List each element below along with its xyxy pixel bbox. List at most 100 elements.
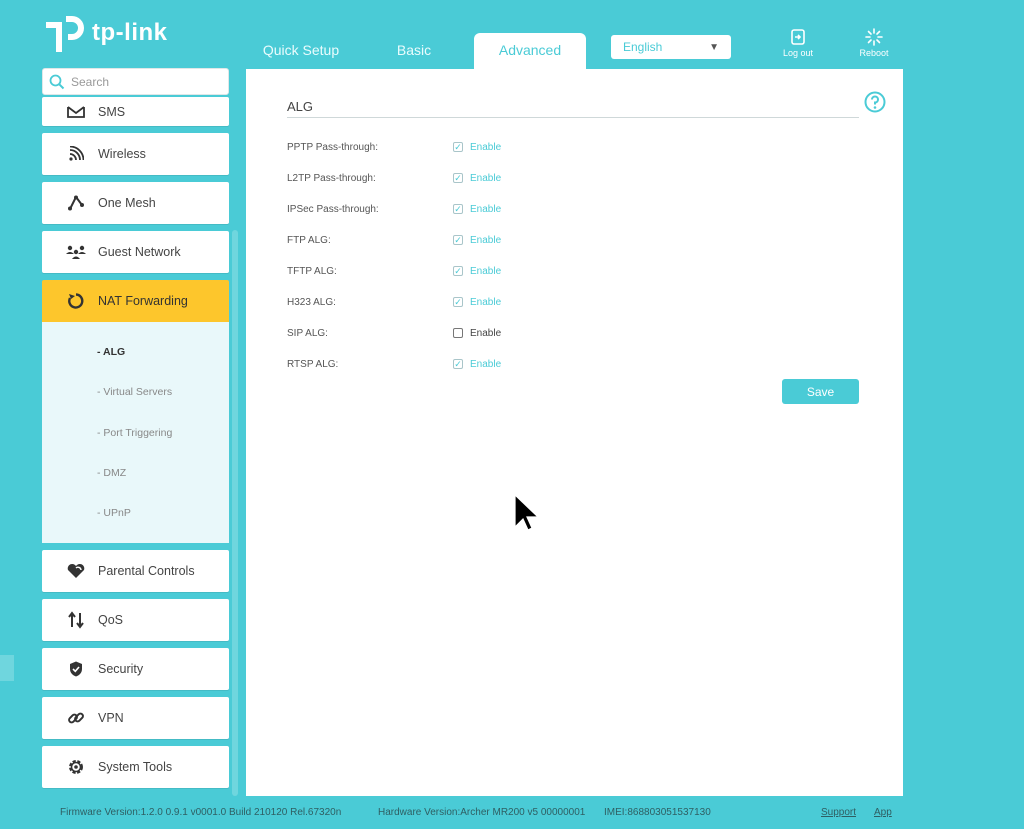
row-label: RTSP ALG:	[287, 358, 339, 370]
sidebar-item-parental-controls[interactable]: Parental Controls	[42, 550, 229, 592]
row-label: FTP ALG:	[287, 234, 331, 246]
nat-forwarding-submenu: - ALG - Virtual Servers - Port Triggerin…	[42, 322, 229, 543]
enable-checkbox[interactable]	[453, 235, 463, 245]
enable-label[interactable]: Enable	[470, 173, 501, 184]
submenu-item-port-triggering[interactable]: - Port Triggering	[97, 427, 172, 439]
row-label: IPSec Pass-through:	[287, 203, 379, 215]
enable-checkbox[interactable]	[453, 297, 463, 307]
reboot-button[interactable]: Reboot	[852, 28, 896, 58]
sidebar-item-guest-network[interactable]: Guest Network	[42, 231, 229, 273]
sidebar-item-qos[interactable]: QoS	[42, 599, 229, 641]
row-label: TFTP ALG:	[287, 265, 337, 277]
sidebar-item-label: Guest Network	[98, 245, 181, 259]
alg-row-tftp: TFTP ALG: Enable	[287, 263, 501, 279]
sidebar-item-sms[interactable]: SMS	[42, 97, 229, 126]
sidebar-item-label: QoS	[98, 613, 124, 627]
sidebar-item-nat-forwarding[interactable]: NAT Forwarding	[42, 280, 229, 322]
search-box[interactable]	[42, 68, 229, 95]
tab-advanced[interactable]: Advanced	[474, 33, 586, 69]
heart-icon	[66, 561, 86, 581]
row-label: L2TP Pass-through:	[287, 172, 376, 184]
nat-forwarding-icon	[66, 291, 86, 311]
tab-quick-setup[interactable]: Quick Setup	[248, 33, 354, 69]
enable-label[interactable]: Enable	[470, 359, 501, 370]
support-link[interactable]: Support	[821, 807, 856, 818]
enable-checkbox[interactable]	[453, 204, 463, 214]
logout-icon	[791, 29, 805, 45]
row-label: PPTP Pass-through:	[287, 141, 378, 153]
imei: IMEI:868803051537130	[604, 807, 711, 818]
enable-label[interactable]: Enable	[470, 204, 501, 215]
sidebar-item-label: VPN	[98, 711, 124, 725]
alg-row-l2tp: L2TP Pass-through: Enable	[287, 170, 501, 186]
title-divider	[287, 117, 859, 118]
reboot-icon	[865, 28, 883, 46]
logo-text: tp-link	[92, 19, 168, 46]
enable-checkbox[interactable]	[453, 173, 463, 183]
sidebar-item-one-mesh[interactable]: One Mesh	[42, 182, 229, 224]
mesh-icon	[66, 193, 86, 213]
enable-checkbox[interactable]	[453, 359, 463, 369]
alg-row-pptp: PPTP Pass-through: Enable	[287, 139, 501, 155]
firmware-version: Firmware Version:1.2.0 0.9.1 v0001.0 Bui…	[60, 807, 342, 818]
search-input[interactable]	[71, 74, 221, 89]
enable-label[interactable]: Enable	[470, 328, 501, 339]
guest-network-icon	[66, 242, 86, 262]
sidebar-item-label: Security	[98, 662, 144, 676]
row-label: SIP ALG:	[287, 327, 328, 339]
alg-row-ipsec: IPSec Pass-through: Enable	[287, 201, 501, 217]
qos-arrows-icon	[66, 610, 86, 630]
submenu-item-upnp[interactable]: - UPnP	[97, 507, 131, 519]
sidebar-scrollbar[interactable]	[232, 230, 238, 796]
sidebar-item-vpn[interactable]: VPN	[42, 697, 229, 739]
enable-label[interactable]: Enable	[470, 266, 501, 277]
sidebar-item-wireless[interactable]: Wireless	[42, 133, 229, 175]
submenu-item-virtual-servers[interactable]: - Virtual Servers	[97, 386, 172, 398]
submenu-item-dmz[interactable]: - DMZ	[97, 467, 126, 479]
background-decoration	[0, 655, 14, 681]
reboot-label: Reboot	[859, 48, 889, 58]
enable-checkbox[interactable]	[453, 328, 463, 338]
row-label: H323 ALG:	[287, 296, 336, 308]
enable-label[interactable]: Enable	[470, 235, 501, 246]
sidebar-item-label: SMS	[98, 104, 126, 119]
logout-label: Log out	[782, 48, 814, 58]
enable-checkbox[interactable]	[453, 266, 463, 276]
language-select[interactable]: English ▼	[611, 35, 731, 59]
alg-row-sip: SIP ALG: Enable	[287, 325, 501, 341]
tab-basic[interactable]: Basic	[354, 33, 474, 69]
hardware-version: Hardware Version:Archer MR200 v5 0000000…	[378, 807, 586, 818]
enable-checkbox[interactable]	[453, 142, 463, 152]
sidebar-item-label: NAT Forwarding	[98, 294, 188, 308]
help-icon[interactable]	[864, 91, 886, 113]
sidebar-item-label: System Tools	[98, 760, 173, 774]
mouse-cursor-icon	[514, 494, 540, 531]
link-icon	[66, 708, 86, 728]
tp-link-logo-icon	[42, 12, 86, 54]
shield-icon	[66, 659, 86, 679]
enable-label[interactable]: Enable	[470, 142, 501, 153]
wifi-icon	[66, 144, 86, 164]
main-panel: ALG PPTP Pass-through: Enable L2TP Pass-…	[246, 69, 903, 796]
submenu-item-alg[interactable]: - ALG	[97, 346, 125, 358]
chevron-down-icon: ▼	[709, 41, 719, 53]
logout-button[interactable]: Log out	[776, 28, 820, 58]
search-icon	[49, 74, 65, 89]
sidebar-item-security[interactable]: Security	[42, 648, 229, 690]
gear-icon	[66, 757, 86, 777]
sidebar-item-system-tools[interactable]: System Tools	[42, 746, 229, 788]
sidebar-item-label: One Mesh	[98, 196, 156, 210]
sms-icon	[66, 102, 86, 122]
page-title: ALG	[287, 99, 314, 114]
save-button[interactable]: Save	[782, 379, 859, 404]
alg-row-h323: H323 ALG: Enable	[287, 294, 501, 310]
tp-link-logo[interactable]: tp-link	[42, 12, 168, 54]
alg-row-ftp: FTP ALG: Enable	[287, 232, 501, 248]
sidebar-item-label: Wireless	[98, 147, 146, 161]
enable-label[interactable]: Enable	[470, 297, 501, 308]
language-select-value: English	[623, 40, 663, 54]
top-navigation: Quick Setup Basic Advanced	[248, 33, 586, 69]
footer: Firmware Version:1.2.0 0.9.1 v0001.0 Bui…	[0, 796, 1024, 829]
app-link[interactable]: App	[874, 807, 892, 818]
alg-row-rtsp: RTSP ALG: Enable	[287, 356, 501, 372]
